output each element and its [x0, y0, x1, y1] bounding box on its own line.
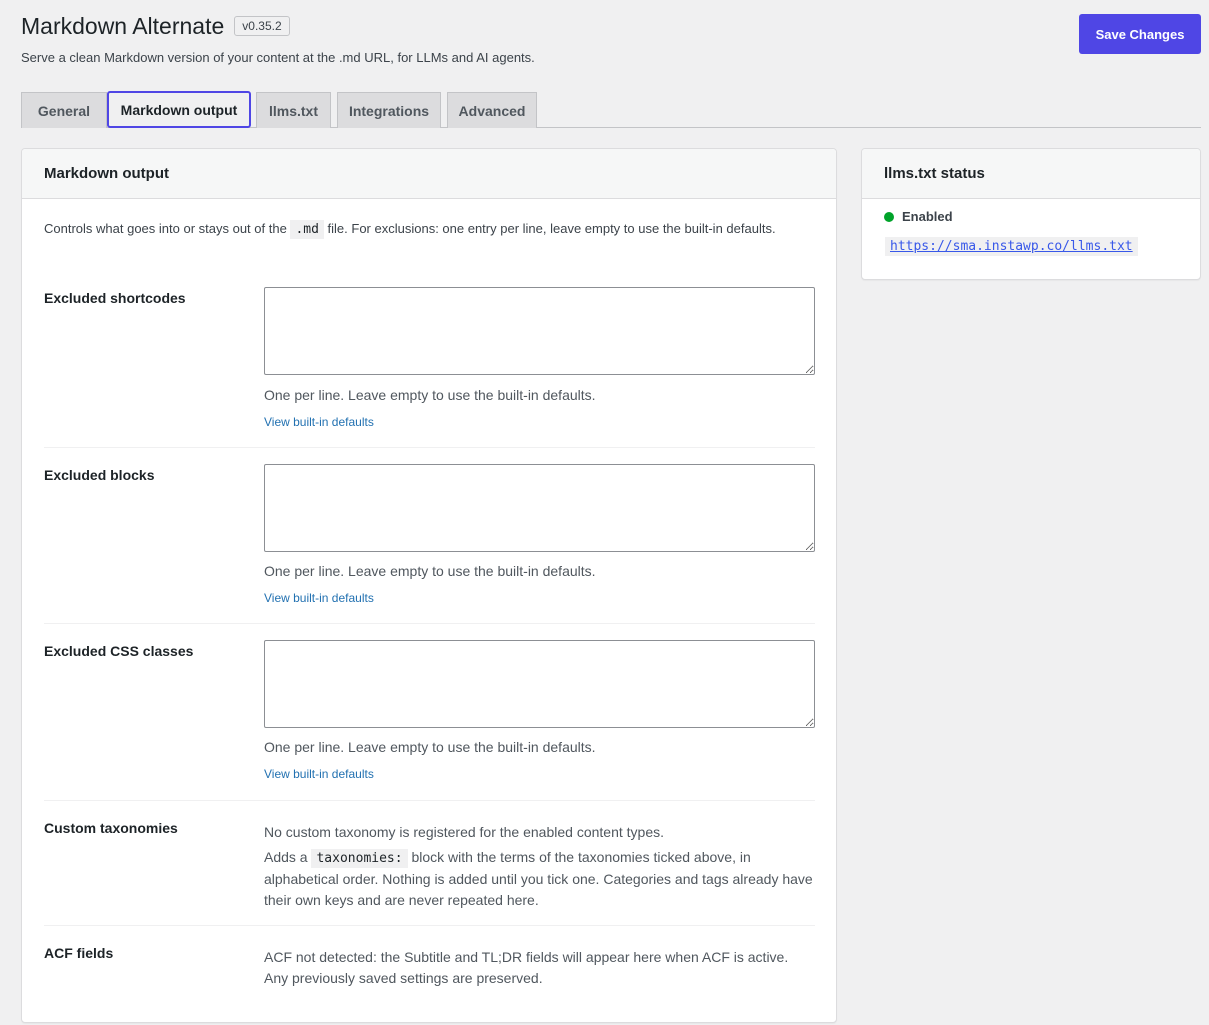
llms-url-link[interactable]: https://sma.instawp.co/llms.txt — [885, 237, 1138, 256]
excluded-shortcodes-textarea[interactable] — [264, 287, 815, 375]
divider — [44, 623, 815, 624]
view-defaults-css-link[interactable]: View built-in defaults — [264, 767, 374, 781]
llms-status-title: llms.txt status — [862, 149, 1200, 199]
excluded-css-classes-textarea[interactable] — [264, 640, 815, 728]
custom-taxonomies-text: No custom taxonomy is registered for the… — [264, 822, 814, 911]
markdown-output-card: Markdown output Controls what goes into … — [21, 148, 837, 1023]
divider — [44, 800, 815, 801]
intro-text-part: Controls what goes into or stays out of … — [44, 221, 287, 236]
custom-taxonomies-label: Custom taxonomies — [44, 820, 178, 836]
excluded-css-classes-label: Excluded CSS classes — [44, 643, 194, 659]
page-header: Markdown Alternate v0.35.2 Serve a clean… — [21, 12, 535, 65]
excluded-shortcodes-help: One per line. Leave empty to use the bui… — [264, 387, 596, 403]
taxonomies-code: taxonomies: — [311, 849, 408, 868]
divider — [44, 925, 815, 926]
view-defaults-blocks-link[interactable]: View built-in defaults — [264, 591, 374, 605]
tab-advanced[interactable]: Advanced — [447, 92, 537, 128]
taxonomies-line2: Adds a taxonomies: block with the terms … — [264, 847, 814, 911]
excluded-blocks-textarea[interactable] — [264, 464, 815, 552]
settings-tabs: General Markdown output llms.txt Integra… — [21, 91, 1201, 128]
excluded-css-classes-help: One per line. Leave empty to use the bui… — [264, 739, 596, 755]
acf-fields-text: ACF not detected: the Subtitle and TL;DR… — [264, 949, 789, 986]
tab-llms-txt[interactable]: llms.txt — [256, 92, 331, 128]
status-row: Enabled — [884, 209, 953, 224]
version-badge: v0.35.2 — [234, 16, 290, 36]
tab-integrations[interactable]: Integrations — [337, 92, 441, 128]
taxonomies-line2-part: Adds a — [264, 849, 308, 865]
md-code: .md — [290, 220, 324, 239]
title-row: Markdown Alternate v0.35.2 — [21, 12, 535, 40]
tab-general[interactable]: General — [21, 92, 107, 128]
card-title: Markdown output — [22, 149, 836, 199]
page-title: Markdown Alternate — [21, 13, 225, 39]
intro-text: Controls what goes into or stays out of … — [44, 219, 804, 240]
excluded-shortcodes-label: Excluded shortcodes — [44, 290, 186, 306]
taxonomies-line1: No custom taxonomy is registered for the… — [264, 824, 664, 840]
excluded-blocks-label: Excluded blocks — [44, 467, 155, 483]
llms-status-card: llms.txt status Enabled https://sma.inst… — [861, 148, 1201, 280]
divider — [44, 447, 815, 448]
status-enabled-icon — [884, 211, 894, 222]
view-defaults-shortcodes-link[interactable]: View built-in defaults — [264, 415, 374, 429]
acf-fields-label: ACF fields — [44, 945, 114, 961]
excluded-blocks-help: One per line. Leave empty to use the bui… — [264, 563, 596, 579]
status-label: Enabled — [902, 209, 953, 224]
save-changes-button[interactable]: Save Changes — [1079, 14, 1201, 54]
intro-text-part: file. For exclusions: one entry per line… — [327, 221, 776, 236]
tab-markdown-output[interactable]: Markdown output — [107, 91, 251, 128]
page-subtitle: Serve a clean Markdown version of your c… — [21, 50, 535, 65]
